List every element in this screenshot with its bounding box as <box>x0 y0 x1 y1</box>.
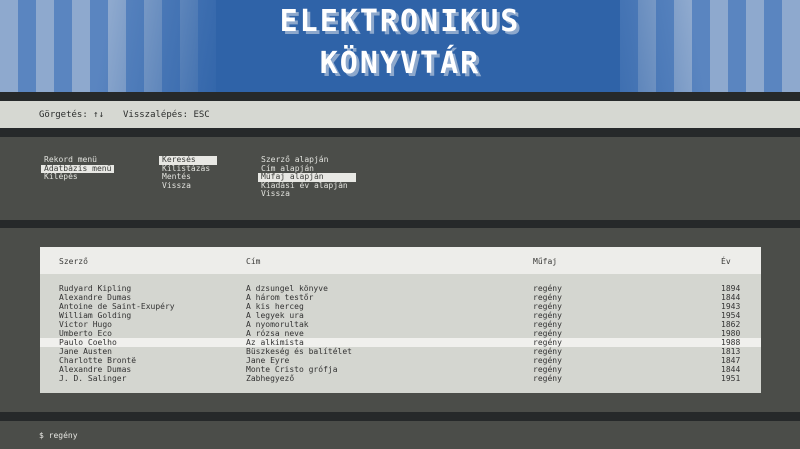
cell-title: Monte Cristo grófja <box>246 365 338 374</box>
cell-author: Paulo Coelho <box>59 338 117 347</box>
cell-year: 1862 <box>721 320 741 329</box>
cell-title: A dzsungel könyve <box>246 284 328 293</box>
app-title-line2: KÖNYVTÁR <box>319 46 481 81</box>
divider <box>0 128 800 137</box>
cell-genre: regény <box>533 356 562 365</box>
command-prompt[interactable]: $ regény <box>39 431 78 440</box>
cell-author: Rudyard Kipling <box>59 284 132 293</box>
cell-year: 1943 <box>721 302 741 311</box>
cell-title: Az alkimista <box>246 338 304 347</box>
cell-author: Umberto Eco <box>59 329 112 338</box>
cell-author: Antoine de Saint-Exupéry <box>59 302 175 311</box>
cell-author: Alexandre Dumas <box>59 365 132 374</box>
table-row[interactable]: Alexandre Dumas Monte Cristo grófja regény… <box>40 365 761 374</box>
menu-item-back[interactable]: Vissza <box>258 190 356 199</box>
cell-genre: regény <box>533 365 562 374</box>
cell-title: A rózsa neve <box>246 329 304 338</box>
cell-title: Zabhegyező <box>246 374 295 383</box>
cell-year: 1988 <box>721 338 741 347</box>
cell-genre: regény <box>533 311 562 320</box>
cell-year: 1847 <box>721 356 741 365</box>
table-row[interactable]: Jane Austen Büszkeség és balítélet regény 1… <box>40 347 761 356</box>
cell-genre: regény <box>533 302 562 311</box>
results-table: Szerző Cím Műfaj Év Rudyard Kipling A dzs… <box>40 247 761 393</box>
menu-item-kilepes[interactable]: Kilépés <box>41 173 114 182</box>
cell-title: Jane Eyre <box>246 356 290 365</box>
table-row[interactable]: J. D. Salinger Zabhegyező regény 1951 <box>40 374 761 383</box>
cell-genre: regény <box>533 284 562 293</box>
scroll-hint: Görgetés: ↑↓ <box>39 110 105 120</box>
cell-author: Victor Hugo <box>59 320 112 329</box>
database-menu: Keresés Kilistázás Mentés Vissza <box>159 155 217 191</box>
table-row[interactable]: Rudyard Kipling A dzsungel könyve regény 18… <box>40 284 761 293</box>
cell-genre: regény <box>533 293 562 302</box>
cell-genre: regény <box>533 347 562 356</box>
column-header-genre[interactable]: Műfaj <box>533 257 557 266</box>
cell-author: Charlotte Brontë <box>59 356 137 365</box>
header-banner: ELEKTRONIKUS KÖNYVTÁR <box>0 0 800 92</box>
cell-author: Alexandre Dumas <box>59 293 132 302</box>
table-row[interactable]: Victor Hugo A nyomorultak regény 1862 <box>40 320 761 329</box>
cell-title: A legyek ura <box>246 311 304 320</box>
column-header-year[interactable]: Év <box>721 257 731 266</box>
cell-year: 1954 <box>721 311 741 320</box>
cell-author: William Golding <box>59 311 132 320</box>
cell-year: 1980 <box>721 329 741 338</box>
table-header: Szerző Cím Műfaj Év <box>40 247 761 274</box>
cell-title: A kis herceg <box>246 302 304 311</box>
divider <box>0 412 800 421</box>
cell-year: 1844 <box>721 365 741 374</box>
table-row[interactable]: Umberto Eco A rózsa neve regény 1980 <box>40 329 761 338</box>
main-menu: Rekord menü Adatbázis menü Kilépés <box>41 155 115 182</box>
cell-year: 1813 <box>721 347 741 356</box>
divider <box>0 92 800 101</box>
cell-year: 1844 <box>721 293 741 302</box>
cell-genre: regény <box>533 329 562 338</box>
app-title-line1: ELEKTRONIKUS <box>279 4 521 39</box>
cell-author: J. D. Salinger <box>59 374 127 383</box>
cell-genre: regény <box>533 374 562 383</box>
cell-genre: regény <box>533 338 562 347</box>
column-header-author[interactable]: Szerző <box>59 257 88 266</box>
cell-author: Jane Austen <box>59 347 112 356</box>
cell-title: A három testőr <box>246 293 314 302</box>
table-row[interactable]: Paulo Coelho Az alkimista regény 1988 <box>40 338 761 347</box>
table-row[interactable]: Charlotte Brontë Jane Eyre regény 1847 <box>40 356 761 365</box>
cell-year: 1951 <box>721 374 741 383</box>
table-row[interactable]: Alexandre Dumas A három testőr regény 1844 <box>40 293 761 302</box>
cell-year: 1894 <box>721 284 741 293</box>
menu-item-vissza[interactable]: Vissza <box>159 181 217 191</box>
cell-genre: regény <box>533 320 562 329</box>
hint-bar: Görgetés: ↑↓ Visszalépés: ESC <box>0 101 800 128</box>
divider <box>0 220 800 228</box>
table-row[interactable]: Antoine de Saint-Exupéry A kis herceg regé… <box>40 302 761 311</box>
column-header-title[interactable]: Cím <box>246 257 260 266</box>
back-hint: Visszalépés: ESC <box>123 110 210 120</box>
cell-title: A nyomorultak <box>246 320 309 329</box>
search-menu: Szerző alapján Cím alapján Műfaj alapján… <box>258 155 356 199</box>
table-row[interactable]: William Golding A legyek ura regény 1954 <box>40 311 761 320</box>
cell-title: Büszkeség és balítélet <box>246 347 352 356</box>
